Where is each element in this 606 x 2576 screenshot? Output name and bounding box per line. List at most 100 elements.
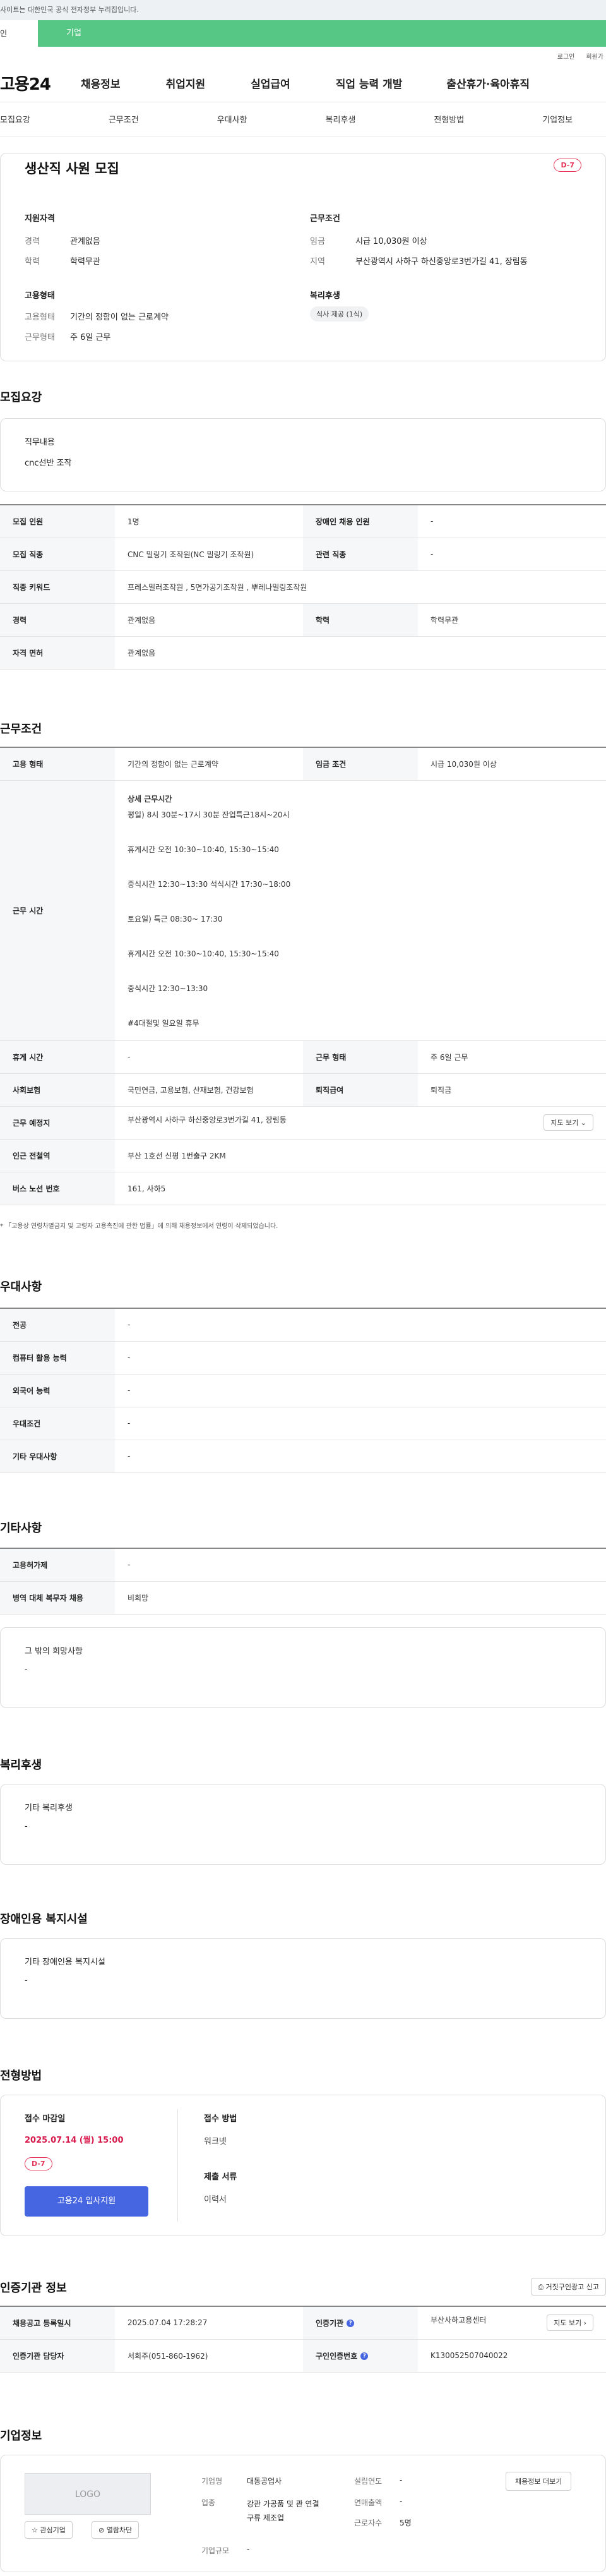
table-cell: 퇴직금 — [418, 1073, 606, 1107]
industry-key: 업종 — [201, 2498, 216, 2507]
table-header: 우대조건 — [0, 1407, 115, 1440]
table-header: 전공 — [0, 1308, 115, 1342]
table-cell: 관계없음 — [115, 603, 303, 637]
table-cell: 161, 사하5 — [115, 1172, 606, 1205]
table-row: 사회보험 국민연금, 고용보험, 산재보험, 건강보험 퇴직급여 퇴직금 — [0, 1073, 606, 1107]
revenue-value: - — [400, 2497, 403, 2506]
more-jobs-button[interactable]: 채용정보 더보기 — [506, 2472, 572, 2491]
subnav-selection[interactable]: 전형방법 — [434, 113, 464, 125]
work-hours-line: 토요일) 특근 08:30~ 17:30 — [128, 914, 223, 924]
site-logo[interactable]: 고용24 — [0, 71, 71, 95]
table-row: 직종 키워드 프레스밀러조작원 , 5면가공기조작원 , 뿌레나밀링조작원 — [0, 570, 606, 604]
info-icon[interactable]: ? — [360, 2352, 369, 2360]
block-view-button[interactable]: ⊘ 열람차단 — [92, 2521, 140, 2539]
duty-label: 직무내용 — [25, 438, 55, 447]
table-row: 근무 예정지 부산광역시 사하구 하신중앙로3번가길 41, 장림동 지도 보기 ⌄ — [0, 1106, 606, 1140]
career-key: 경력 — [25, 237, 40, 246]
table-header: 근무 예정지 — [0, 1106, 115, 1140]
table-cell: 부산 1호선 신평 1번출구 2KM — [115, 1139, 606, 1172]
wage-row: 임금 시급 10,030원 이상 — [310, 234, 427, 246]
info-icon[interactable]: ? — [347, 2320, 355, 2328]
tab-personal[interactable]: 인 — [0, 20, 38, 47]
table-header: 병역 대체 복무자 채용 — [0, 1581, 115, 1615]
map-view-button[interactable]: 지도 보기 ⌄ — [544, 1114, 593, 1131]
career-value: 관계없음 — [70, 237, 100, 246]
join-link[interactable]: 회원가 — [586, 51, 603, 61]
gnb-item-training[interactable]: 직업 능력 개발 — [336, 75, 403, 91]
table-cell: 시급 10,030원 이상 — [418, 747, 606, 781]
table-cell: 국민연금, 고용보험, 산재보험, 건강보험 — [115, 1073, 303, 1107]
table-header: 자격 면허 — [0, 636, 115, 670]
work-hours-line: 중식시간 12:30~13:30 — [128, 984, 208, 993]
table-header: 고용 형태 — [0, 747, 115, 781]
table-header: 인근 전철역 — [0, 1139, 115, 1172]
table-row: 고용 형태 기간의 정함이 없는 근로계약 임금 조건 시급 10,030원 이상 — [0, 747, 606, 781]
divider — [177, 2109, 178, 2222]
founded-key: 설립연도 — [354, 2477, 383, 2486]
gnb-item-parental-leave[interactable]: 출산휴가·육아휴직 — [446, 75, 530, 91]
table-header: 버스 노선 번호 — [0, 1172, 115, 1205]
wish-box: 그 밖의 희망사항 - — [0, 1627, 606, 1708]
welfare-text: - — [25, 1822, 28, 1831]
table-cell: 1명 — [115, 505, 303, 538]
age-note: * 「고용상 연령차별금지 및 고령자 고용촉진에 관한 법률」에 의해 채용정… — [0, 1223, 278, 1230]
table-cell: 서희주(051-860-1962) — [115, 2339, 303, 2373]
subnav-recruit[interactable]: 모집요강 — [0, 113, 30, 125]
cert-map-label: 지도 보기 — [554, 2319, 582, 2328]
table-row: 외국어 능력 - — [0, 1374, 606, 1407]
gnb-item-jobs[interactable]: 채용정보 — [81, 75, 121, 91]
gnb-item-employment-support[interactable]: 취업지원 — [166, 75, 206, 91]
table-row: 기타 우대사항 - — [0, 1440, 606, 1473]
subnav-conditions[interactable]: 근무조건 — [109, 113, 139, 125]
table-cell: - — [115, 1548, 606, 1582]
block-icon: ⊘ — [98, 2526, 105, 2534]
table-row: 병역 대체 복무자 채용 비희망 — [0, 1581, 606, 1615]
work-hours-sub: 상세 근무시간 — [128, 794, 172, 803]
wage-value: 시급 10,030원 이상 — [355, 237, 427, 246]
region-row: 지역 부산광역시 사하구 하신중앙로3번가길 41, 장림동 — [310, 255, 528, 267]
duty-box: 직무내용 cnc선반 조작 — [0, 418, 606, 491]
wish-label: 그 밖의 희망사항 — [25, 1647, 83, 1656]
welfare-heading: 복리후생 — [310, 291, 340, 301]
disability-section-title: 장애인용 복지시설 — [0, 1913, 88, 1926]
recruit-section-title: 모집요강 — [0, 391, 42, 404]
table-cell: 부산사하고용센터 지도 보기 › — [418, 2306, 606, 2340]
table-header: 인증기관? — [303, 2306, 418, 2340]
table-cell: 주 6일 근무 — [418, 1040, 606, 1074]
table-cell: - — [115, 1308, 606, 1342]
report-false-ad-button[interactable]: ⎙ 거짓구인광고 신고 — [531, 2278, 606, 2296]
gnb-item-unemployment[interactable]: 실업급여 — [251, 75, 290, 91]
etc-section-title: 기타사항 — [0, 1522, 42, 1535]
disability-box: 기타 장애인용 복지시설 - — [0, 1938, 606, 2019]
favorite-company-button[interactable]: ☆ 관심기업 — [25, 2521, 73, 2539]
subnav-preferences[interactable]: 우대사항 — [217, 113, 247, 125]
table-header: 퇴직급여 — [303, 1073, 418, 1107]
chevron-right-icon: › — [583, 2319, 586, 2328]
table-cell: - — [115, 1374, 606, 1407]
cert-map-button[interactable]: 지도 보기 › — [547, 2314, 593, 2332]
table-header: 학력 — [303, 603, 418, 637]
report-label: 거짓구인광고 신고 — [545, 2283, 599, 2291]
block-label: 열람차단 — [106, 2526, 133, 2534]
table-cell: 기간의 정함이 없는 근로계약 — [115, 747, 303, 781]
work-section-title: 근무조건 — [0, 723, 42, 736]
work-hours-line: 평일) 8시 30분~17시 30분 잔업특근18시~20시 — [128, 810, 290, 819]
employees-row: 근로자수 5명 — [354, 2517, 412, 2528]
table-cell: - — [115, 1341, 606, 1375]
apply-button[interactable]: 고용24 입사지원 — [25, 2186, 148, 2217]
tab-company[interactable]: 기업 — [38, 20, 606, 47]
table-header: 경력 — [0, 603, 115, 637]
table-header: 직종 키워드 — [0, 570, 115, 604]
login-link[interactable]: 로그인 — [557, 51, 575, 61]
career-row: 경력 관계없음 — [25, 234, 100, 246]
table-row: 인증기관 담당자 서희주(051-860-1962) 구인인증번호? K1300525… — [0, 2339, 606, 2373]
gov-notice-bar: 사이트는 대한민국 공식 전자정부 누리집입니다. — [0, 0, 606, 20]
subnav-company[interactable]: 기업정보 — [542, 113, 573, 125]
table-header: 인증기관 담당자 — [0, 2339, 115, 2373]
table-header: 관련 직종 — [303, 538, 418, 571]
subnav-welfare[interactable]: 복리후생 — [326, 113, 356, 125]
table-row: 버스 노선 번호 161, 사하5 — [0, 1172, 606, 1205]
user-type-tabs: 인 기업 — [0, 20, 606, 47]
cert-agency-value: 부산사하고용센터 — [431, 2316, 487, 2325]
table-row: 근무 시간 상세 근무시간 평일) 8시 30분~17시 30분 잔업특근18시… — [0, 780, 606, 1041]
